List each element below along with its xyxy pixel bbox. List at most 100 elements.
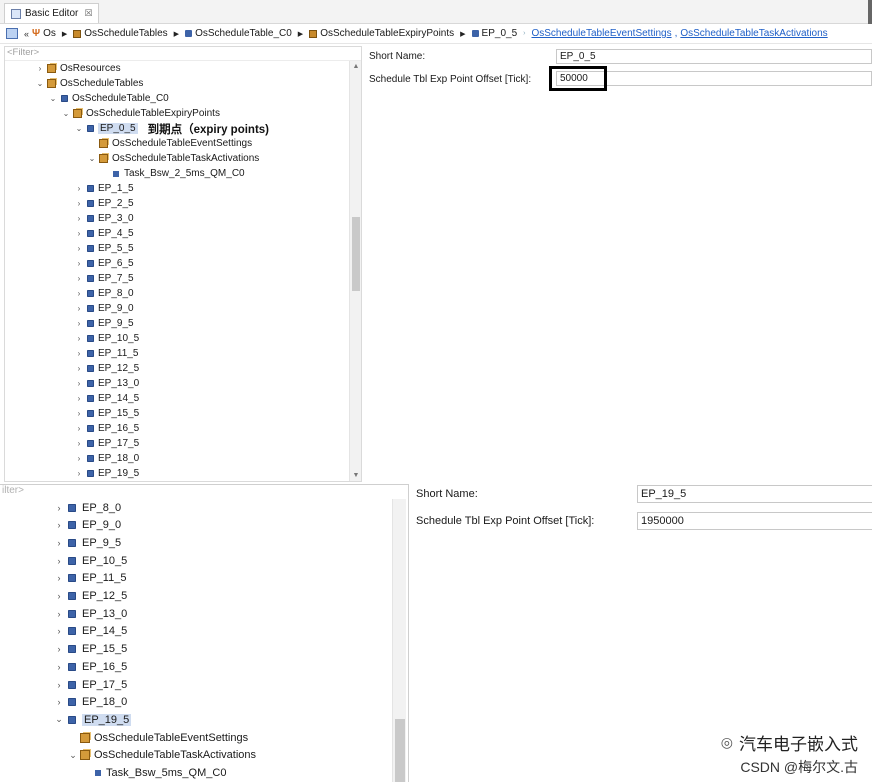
chevron-left-icon[interactable]: «	[24, 29, 29, 39]
expand-icon[interactable]: ›	[54, 644, 64, 654]
tree-node[interactable]: › EP_13_0	[54, 605, 128, 622]
expand-icon[interactable]: ›	[54, 503, 64, 513]
tree-node[interactable]: › EP_9_0	[54, 517, 122, 534]
tree-node[interactable]: › EP_9_5	[54, 534, 122, 551]
tree-node[interactable]: › EP_16_5	[74, 421, 140, 436]
tree-node[interactable]: › EP_10_5	[74, 331, 140, 346]
tree-node[interactable]: › EP_8_0	[54, 499, 122, 516]
expand-icon[interactable]: ›	[54, 520, 64, 530]
tree-node[interactable]: › EP_17_5	[54, 676, 128, 693]
tree-node[interactable]: ⌄ OsScheduleTableTaskActivations	[87, 151, 260, 166]
expand-icon[interactable]: ›	[74, 424, 84, 433]
expand-icon[interactable]: ›	[74, 454, 84, 463]
breadcrumb-item-expiry-points[interactable]: OsScheduleTableExpiryPoints	[309, 28, 454, 39]
expand-icon[interactable]: ›	[35, 64, 45, 73]
expand-icon[interactable]: ›	[74, 274, 84, 283]
collapse-icon[interactable]: ⌄	[87, 154, 97, 163]
expand-icon[interactable]: ›	[54, 680, 64, 690]
expand-icon[interactable]: ›	[74, 244, 84, 253]
expand-icon[interactable]: ›	[74, 334, 84, 343]
expand-icon[interactable]: ›	[74, 349, 84, 358]
breadcrumb-item-ep-0-5[interactable]: EP_0_5	[471, 28, 517, 39]
tree-node[interactable]: ⌄ OsScheduleTableExpiryPoints	[61, 106, 220, 121]
tree-node[interactable]: › EP_13_0	[74, 376, 140, 391]
scrollbar-thumb[interactable]	[352, 217, 360, 291]
expand-icon[interactable]: ›	[54, 556, 64, 566]
tree-node[interactable]: ⌄ OsScheduleTableTaskActivations	[68, 747, 256, 764]
triangle-right-icon[interactable]: ▶	[298, 30, 303, 38]
tree-node[interactable]: › EP_19_5	[74, 466, 140, 481]
tree-node[interactable]: › EP_1_5	[74, 181, 134, 196]
expand-icon[interactable]: ›	[74, 439, 84, 448]
tree-node[interactable]: ⌄ EP_0_5 到期点（expiry points)	[74, 121, 269, 136]
expand-icon[interactable]: ›	[74, 409, 84, 418]
tree-node[interactable]: › EP_11_5	[54, 570, 127, 587]
scroll-up-icon[interactable]: ▲	[350, 63, 361, 70]
tree-node[interactable]: › EP_17_5	[74, 436, 140, 451]
tree-node[interactable]: ⌄ OsScheduleTables	[35, 76, 144, 91]
tree-node[interactable]: ⌄ EP_19_5	[54, 711, 132, 728]
expand-icon[interactable]: ›	[74, 184, 84, 193]
tree-node[interactable]: › EP_3_0	[74, 211, 134, 226]
filter-input[interactable]: ilter>	[0, 485, 408, 499]
tree-node[interactable]: › EP_6_5	[74, 256, 134, 271]
tree-node[interactable]: › EP_15_5	[74, 406, 140, 421]
tree-node[interactable]: › EP_12_5	[54, 588, 128, 605]
collapse-icon[interactable]: ⌄	[48, 94, 58, 103]
expand-icon[interactable]: ›	[54, 662, 64, 672]
expand-icon[interactable]: ›	[74, 304, 84, 313]
expand-icon[interactable]: ›	[74, 319, 84, 328]
expand-icon[interactable]: ›	[74, 259, 84, 268]
short-name-field[interactable]: EP_0_5	[556, 49, 872, 64]
expand-icon[interactable]: ›	[54, 609, 64, 619]
tree-node[interactable]: › EP_8_0	[74, 286, 134, 301]
lower-tree-scrollbar[interactable]	[392, 499, 406, 782]
tree-node[interactable]: › EP_5_5	[74, 241, 134, 256]
tree-node[interactable]: OsScheduleTableEventSettings	[68, 729, 248, 746]
tree-node[interactable]: › EP_18_0	[74, 451, 140, 466]
tree-node[interactable]: › EP_16_5	[54, 658, 128, 675]
collapse-icon[interactable]: ⌄	[74, 124, 84, 133]
upper-tree-scrollbar[interactable]: ▲ ▼	[349, 61, 361, 481]
collapse-icon[interactable]: ⌄	[61, 109, 71, 118]
expand-icon[interactable]: ›	[74, 364, 84, 373]
tree-node[interactable]: › OsResources	[35, 61, 121, 76]
offset-field[interactable]: 1950000	[637, 512, 872, 530]
tree-node[interactable]: OsScheduleTableEventSettings	[87, 136, 252, 151]
expand-icon[interactable]: ›	[54, 591, 64, 601]
tree-node[interactable]: › EP_7_5	[74, 271, 134, 286]
short-name-field[interactable]: EP_19_5	[637, 485, 872, 503]
expand-icon[interactable]: ›	[74, 469, 84, 478]
scrollbar-thumb[interactable]	[395, 719, 405, 782]
tree-node[interactable]: › EP_18_0	[54, 694, 128, 711]
tree-node[interactable]: › EP_11_5	[74, 346, 139, 361]
collapse-icon[interactable]: ⌄	[35, 79, 45, 88]
tree-node[interactable]: › EP_15_5	[54, 641, 128, 658]
close-icon[interactable]: ☒	[84, 8, 92, 19]
scroll-down-icon[interactable]: ▼	[350, 472, 361, 479]
tree-node[interactable]: › EP_10_5	[54, 552, 128, 569]
expand-icon[interactable]: ›	[54, 697, 64, 707]
expand-icon[interactable]: ›	[74, 394, 84, 403]
expand-icon[interactable]: ›	[74, 379, 84, 388]
breadcrumb-item-schedule-tables[interactable]: OsScheduleTables	[73, 28, 168, 39]
expand-icon[interactable]: ›	[54, 538, 64, 548]
expand-icon[interactable]: ›	[54, 626, 64, 636]
tree-node[interactable]: › EP_9_5	[74, 316, 134, 331]
tree-node[interactable]: › EP_4_5	[74, 226, 134, 241]
tree-node[interactable]: › EP_14_5	[54, 623, 128, 640]
event-settings-link[interactable]: OsScheduleTableEventSettings	[531, 28, 671, 39]
tree-node[interactable]: › EP_12_5	[74, 361, 140, 376]
tree-node[interactable]: Task_Bsw_5ms_QM_C0	[82, 765, 226, 782]
triangle-right-icon[interactable]: ▶	[460, 30, 465, 38]
editor-home-icon[interactable]	[6, 28, 18, 39]
tree-node[interactable]: › EP_2_5	[74, 196, 134, 211]
collapse-icon[interactable]: ⌄	[54, 714, 64, 725]
expand-icon[interactable]: ›	[74, 229, 84, 238]
tree-node[interactable]: Task_Bsw_2_5ms_QM_C0	[100, 166, 245, 181]
expand-icon[interactable]: ›	[74, 199, 84, 208]
tree-node[interactable]: ⌄ OsScheduleTable_C0	[48, 91, 169, 106]
filter-input[interactable]: <Filter>	[5, 47, 361, 61]
tree-node[interactable]: › EP_9_0	[74, 301, 134, 316]
basic-editor-tab[interactable]: Basic Editor ☒	[4, 3, 100, 23]
